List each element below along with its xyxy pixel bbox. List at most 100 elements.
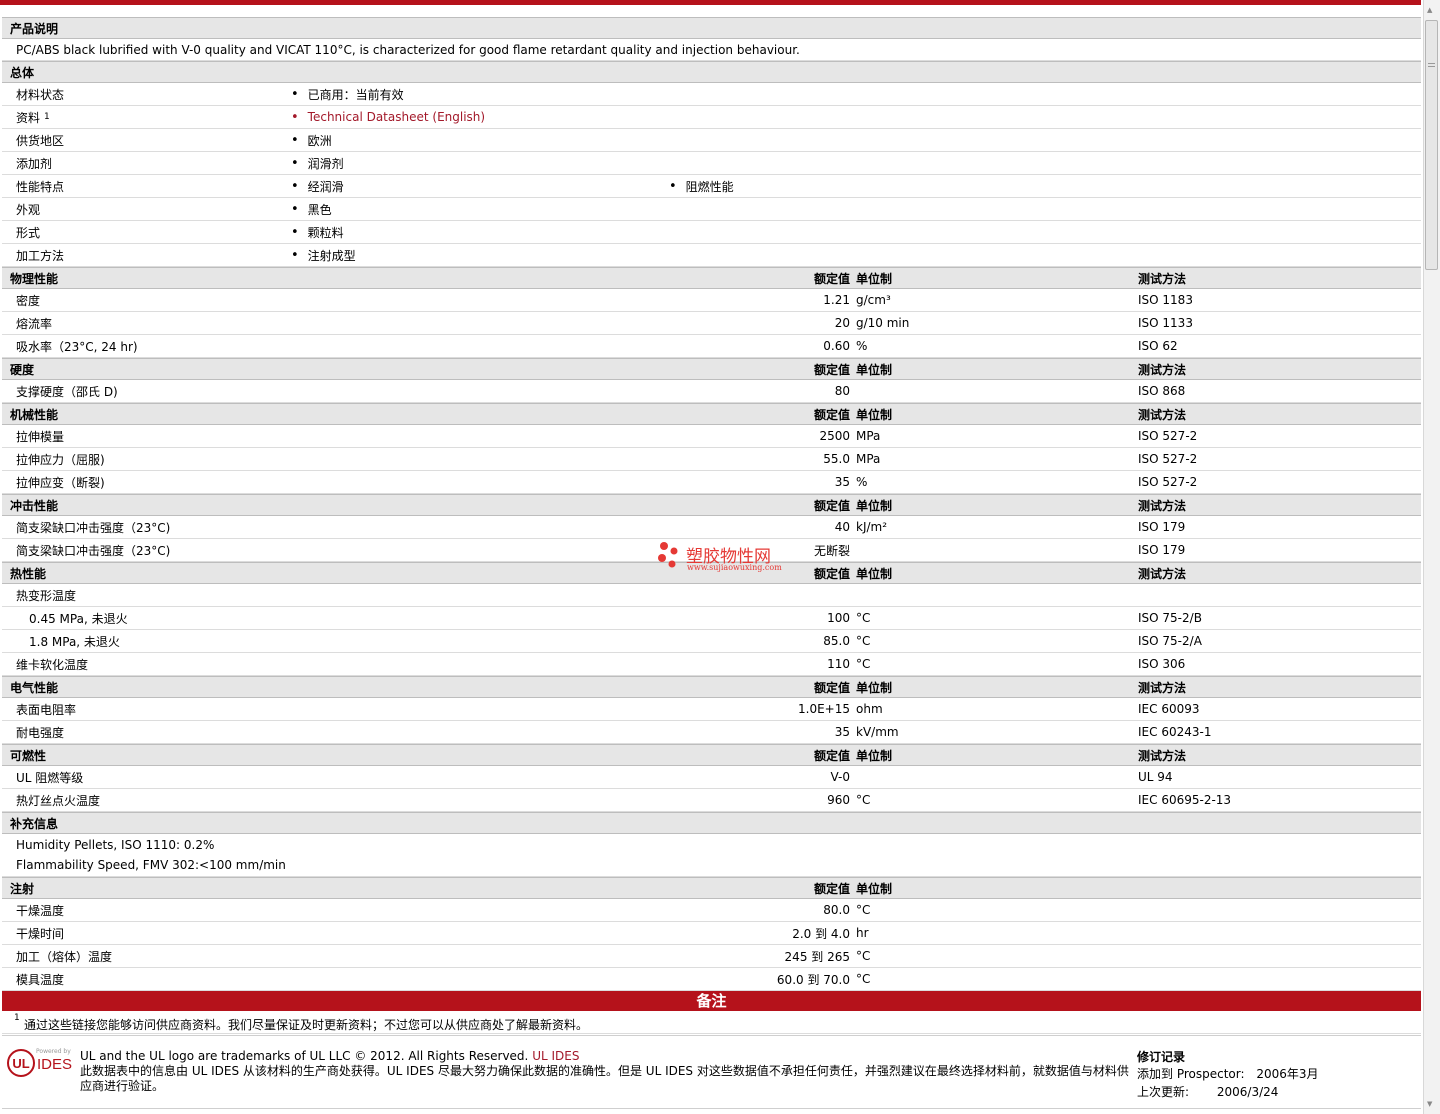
property-row: 模具温度 60.0 到 70.0 °C xyxy=(2,968,1421,991)
row-label: 简支梁缺口冲击强度（23°C) xyxy=(16,543,171,558)
row-unit: °C xyxy=(856,949,871,963)
row-value: 80 xyxy=(834,384,850,398)
general-row: 形式 颗粒料 xyxy=(2,221,1421,244)
row-unit: MPa xyxy=(856,429,881,443)
row-value: 80.0 xyxy=(823,903,850,917)
row-label-text: 供货地区 xyxy=(16,133,65,148)
general-row: 材料状态 已商用：当前有效 xyxy=(2,83,1421,106)
row-label: 1.8 MPa, 未退火 xyxy=(29,634,120,649)
row-value: 55.0 xyxy=(823,452,850,466)
scroll-down-arrow-icon[interactable]: ▼ xyxy=(1427,1100,1432,1108)
property-row: 干燥时间 2.0 到 4.0 hr xyxy=(2,922,1421,945)
property-row: 拉伸应变（断裂) 35% ISO 527-2 xyxy=(2,471,1421,494)
row-label: 拉伸模量 xyxy=(16,429,65,444)
property-row: UL 阻燃等级 V-0 UL 94 xyxy=(2,766,1421,789)
header-value: 额定值 xyxy=(813,362,850,377)
section-title: 注射 xyxy=(10,881,35,896)
thermal-rows: 0.45 MPa, 未退火 100 °C ISO 75-2/B 1.8 MPa, 未退火… xyxy=(2,607,1421,653)
section-mechanical-header: 机械性能 额定值 单位制 测试方法 xyxy=(2,403,1421,425)
header-test: 测试方法 xyxy=(1138,566,1187,581)
row-value: 无断裂 xyxy=(813,543,850,558)
section-title: 硬度 xyxy=(10,362,35,377)
row-test: ISO 527-2 xyxy=(1138,475,1198,489)
header-test: 测试方法 xyxy=(1138,680,1187,695)
section-title: 产品说明 xyxy=(10,21,59,36)
row-unit: hr xyxy=(856,926,869,940)
row-unit: % xyxy=(856,475,868,489)
section-title: 机械性能 xyxy=(10,407,59,422)
header-test: 测试方法 xyxy=(1138,748,1187,763)
header-unit: 单位制 xyxy=(856,566,893,581)
header-unit: 单位制 xyxy=(856,748,893,763)
row-label: 支撑硬度（邵氏 D) xyxy=(16,384,118,399)
added-value: 2006年3月 xyxy=(1256,1067,1319,1081)
scroll-up-arrow-icon[interactable]: ▲ xyxy=(1427,6,1432,14)
watermark-dots-icon xyxy=(658,542,678,568)
row-test: IEC 60243-1 xyxy=(1138,725,1212,739)
general-row: 性能特点 经润滑 阻燃性能 xyxy=(2,175,1421,198)
row-value: 欧洲 xyxy=(291,129,332,151)
row-label: 简支梁缺口冲击强度（23°C) xyxy=(16,520,171,535)
row-unit: °C xyxy=(856,972,871,986)
notes-header: 备注 xyxy=(2,991,1421,1011)
row-label: 密度 xyxy=(16,293,41,308)
section-title: 补充信息 xyxy=(10,816,59,831)
property-row: 熔流率 20 g/10 min ISO 1133 xyxy=(2,312,1421,335)
row-label: 性能特点 xyxy=(16,175,64,197)
supplemental-block: Humidity Pellets, ISO 1110: 0.2% Flammab… xyxy=(2,834,1421,877)
section-title: 总体 xyxy=(10,65,35,80)
header-unit: 单位制 xyxy=(856,271,893,286)
header-unit: 单位制 xyxy=(856,881,893,896)
row-label: 干燥温度 xyxy=(16,903,65,918)
row-label: 拉伸应力（屈服) xyxy=(16,452,105,467)
datasheet-table: 产品说明 PC/ABS black lubrified with V-0 qua… xyxy=(2,17,1421,1034)
header-value: 额定值 xyxy=(813,271,850,286)
general-row: 资料1 Technical Datasheet (English) xyxy=(2,106,1421,129)
ul-ides-link[interactable]: UL IDES xyxy=(532,1049,579,1063)
row-label: 维卡软化温度 xyxy=(16,657,89,672)
header-unit: 单位制 xyxy=(856,362,893,377)
row-test: ISO 868 xyxy=(1138,384,1186,398)
general-row: 加工方法 注射成型 xyxy=(2,244,1421,267)
row-label: 熔流率 xyxy=(16,316,53,331)
row-value: 0.60 xyxy=(823,339,850,353)
row-unit: °C xyxy=(856,903,871,917)
row-test: ISO 179 xyxy=(1138,520,1186,534)
vertical-scrollbar[interactable]: ▲ ▼ xyxy=(1423,0,1440,1114)
trademark-line: UL and the UL logo are trademarks of UL … xyxy=(80,1049,579,1063)
row-test: ISO 527-2 xyxy=(1138,429,1198,443)
section-flammability-header: 可燃性 额定值 单位制 测试方法 xyxy=(2,744,1421,766)
row-value: 40 xyxy=(834,520,850,534)
row-label: 添加剂 xyxy=(16,152,52,174)
header-test: 测试方法 xyxy=(1138,271,1187,286)
row-test: ISO 75-2/B xyxy=(1138,611,1202,625)
row-value: 黑色 xyxy=(291,198,332,220)
ul-logo-icon: UL xyxy=(7,1049,35,1077)
row-label-text: 形式 xyxy=(16,225,41,240)
row-value: 20 xyxy=(834,316,850,330)
section-title: 可燃性 xyxy=(10,748,47,763)
scrollbar-thumb[interactable] xyxy=(1425,20,1438,270)
row-test: ISO 306 xyxy=(1138,657,1186,671)
physical-rows: 密度 1.21 g/cm³ ISO 1183 熔流率 20 g/10 min ISO 1133… xyxy=(2,289,1421,358)
header-unit: 单位制 xyxy=(856,680,893,695)
row-label: 表面电阻率 xyxy=(16,702,77,717)
row-unit: MPa xyxy=(856,452,881,466)
section-impact-header: 冲击性能 额定值 单位制 测试方法 xyxy=(2,494,1421,516)
section-title: 热性能 xyxy=(10,566,47,581)
section-physical-header: 物理性能 额定值 单位制 测试方法 xyxy=(2,267,1421,289)
row-value: 经润滑 xyxy=(291,175,344,197)
row-value: 245 到 265 xyxy=(784,949,850,964)
row-unit: °C xyxy=(856,634,871,648)
header-unit: 单位制 xyxy=(856,498,893,513)
row-unit: °C xyxy=(856,793,871,807)
property-row: 拉伸模量 2500 MPa ISO 527-2 xyxy=(2,425,1421,448)
row-unit: g/cm³ xyxy=(856,293,891,307)
supplemental-line: Humidity Pellets, ISO 1110: 0.2% xyxy=(16,838,215,852)
section-general-header: 总体 xyxy=(2,61,1421,83)
row-value: 2500 xyxy=(819,429,850,443)
section-description-header: 产品说明 xyxy=(2,17,1421,39)
section-supplemental-header: 补充信息 xyxy=(2,812,1421,834)
section-title: 电气性能 xyxy=(10,680,59,695)
row-value[interactable]: Technical Datasheet (English) xyxy=(291,106,485,128)
